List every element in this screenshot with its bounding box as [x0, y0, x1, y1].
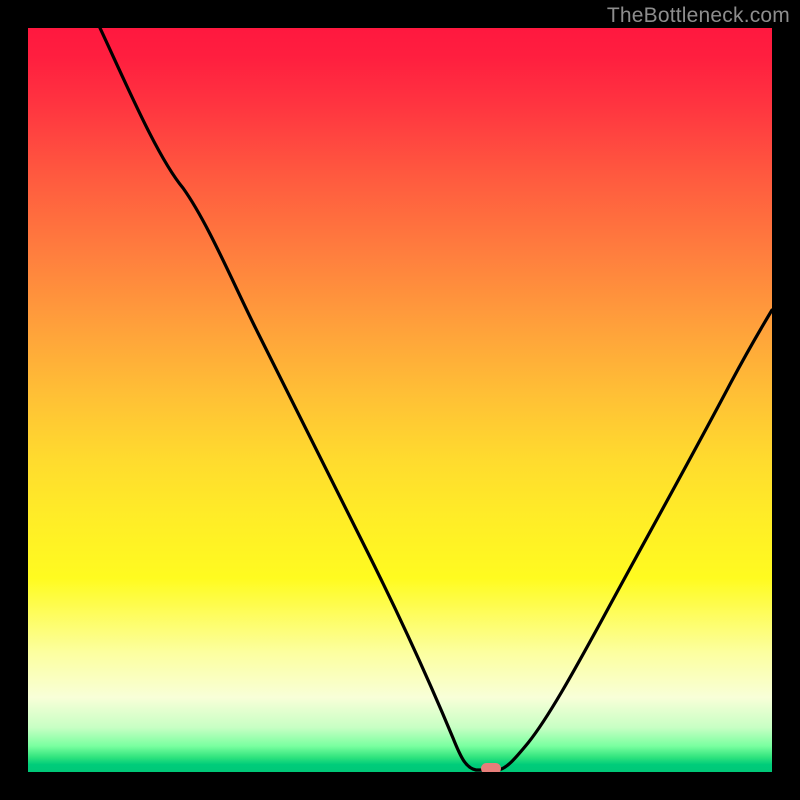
watermark-text: TheBottleneck.com: [607, 4, 790, 28]
bottleneck-curve: [28, 28, 772, 772]
chart-frame: TheBottleneck.com: [0, 0, 800, 800]
plot-area: [28, 28, 772, 772]
optimum-marker: [481, 763, 501, 772]
